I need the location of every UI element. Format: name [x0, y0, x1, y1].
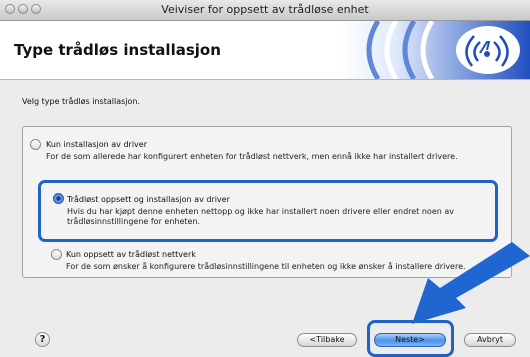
radio-wireless-setup-and-driver[interactable] [53, 193, 64, 204]
wizard-window: Veiviser for oppsett av trådløse enhet T… [0, 0, 530, 357]
next-button[interactable]: Neste> [374, 333, 446, 347]
option-label: Kun oppsett av trådløst nettverk [66, 250, 196, 259]
wireless-signal-icon [340, 21, 530, 79]
title-bar: Veiviser for oppsett av trådløse enhet [0, 0, 530, 21]
page-title: Type trådløs installasjon [14, 41, 221, 59]
option-description: For de som allerede har konfigurert enhe… [46, 152, 458, 161]
arrow-pointer-icon [412, 242, 530, 324]
radio-wireless-setup-only[interactable] [51, 249, 62, 260]
window-title: Veiviser for oppsett av trådløse enhet [161, 3, 369, 16]
option-label: Kun installasjon av driver [46, 140, 147, 149]
option-label: Trådløst oppsett og installasjon av driv… [67, 195, 230, 204]
cancel-button[interactable]: Avbryt [464, 333, 516, 347]
instruction-text: Velg type trådløs installasjon. [22, 97, 141, 106]
option-description: Hvis du har kjøpt denne enheten nettopp … [67, 207, 454, 226]
header-banner: Type trådløs installasjon [0, 21, 530, 80]
radio-driver-only[interactable] [30, 139, 41, 150]
back-button[interactable]: <Tilbake [297, 333, 357, 347]
help-button[interactable]: ? [35, 332, 50, 347]
